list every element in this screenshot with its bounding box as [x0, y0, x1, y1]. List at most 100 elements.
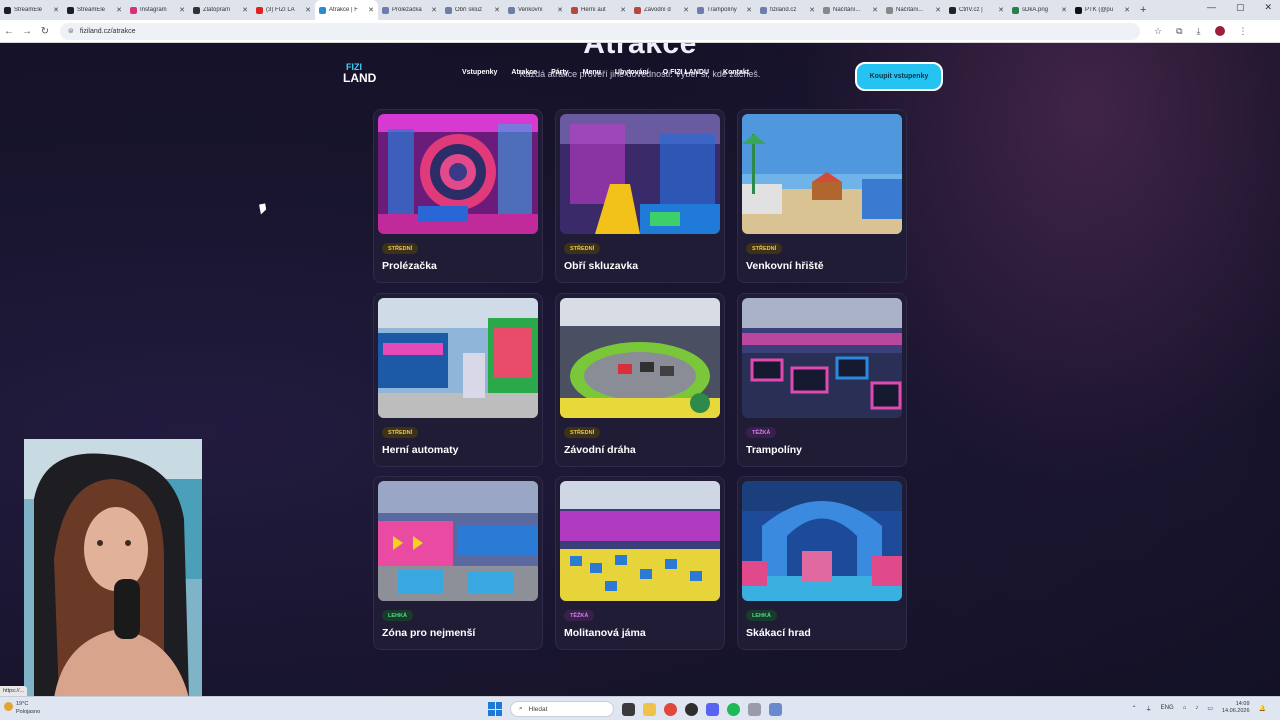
snipping-tool-icon[interactable]	[769, 702, 782, 716]
attraction-image[interactable]	[560, 481, 720, 601]
attraction-card[interactable]: LEHKÁ Zóna pro nejmenší	[373, 476, 543, 650]
music-app-icon[interactable]	[748, 702, 761, 716]
clock[interactable]: 14:09 14.06.2026	[1222, 701, 1250, 715]
battery-icon[interactable]: ▭	[1207, 705, 1213, 712]
attraction-card[interactable]: STŘEDNÍ Prolézačka	[373, 109, 543, 283]
tab-close-icon[interactable]: ✕	[494, 6, 500, 14]
browser-tab[interactable]: Načítání... ✕	[819, 0, 882, 20]
browser-tab[interactable]: StreamEle ✕	[0, 0, 63, 20]
tab-close-icon[interactable]: ✕	[368, 6, 374, 14]
browser-tab[interactable]: Závodní d ✕	[630, 0, 693, 20]
nav-item[interactable]: Menu	[583, 69, 601, 76]
browser-tab[interactable]: StreamEle ✕	[63, 0, 126, 20]
tab-close-icon[interactable]: ✕	[242, 6, 248, 14]
bookmark-star-icon[interactable]: ☆	[1154, 26, 1162, 37]
task-view-icon[interactable]	[622, 702, 635, 716]
tab-close-icon[interactable]: ✕	[53, 6, 59, 14]
browser-tab[interactable]: sDkA.png ✕	[1008, 0, 1071, 20]
usb-icon[interactable]: ⏚	[1146, 704, 1152, 713]
tab-title: Načítání...	[833, 7, 861, 13]
tab-close-icon[interactable]: ✕	[1061, 6, 1067, 14]
browser-tab[interactable]: PTK (@pu ✕	[1071, 0, 1134, 20]
tab-close-icon[interactable]: ✕	[620, 6, 626, 14]
notifications-icon[interactable]: 🔔	[1259, 705, 1266, 712]
attraction-card[interactable]: STŘEDNÍ Herní automaty	[373, 293, 543, 467]
forward-icon[interactable]: →	[18, 26, 36, 37]
buy-tickets-button[interactable]: Koupit vstupenky	[855, 62, 943, 91]
reload-icon[interactable]: ↻	[36, 26, 54, 37]
extensions-icon[interactable]: ⧉	[1176, 26, 1182, 37]
obs-icon[interactable]	[685, 702, 698, 716]
browser-tab[interactable]: (3) FIZI LA ✕	[252, 0, 315, 20]
profile-avatar[interactable]	[1214, 26, 1225, 36]
network-icon[interactable]: ⌂	[1183, 705, 1187, 711]
tab-close-icon[interactable]: ✕	[683, 6, 689, 14]
nav-item[interactable]: Vstupenky	[462, 69, 497, 76]
attraction-card[interactable]: LEHKÁ Skákací hrad	[737, 476, 907, 650]
close-window-icon[interactable]: ✕	[1264, 2, 1272, 13]
attraction-card[interactable]: STŘEDNÍ Venkovní hřiště	[737, 109, 907, 283]
discord-icon[interactable]	[706, 702, 719, 716]
tray-overflow-icon[interactable]: ⌃	[1132, 705, 1137, 712]
attraction-image[interactable]	[378, 114, 538, 234]
tab-close-icon[interactable]: ✕	[116, 6, 122, 14]
back-icon[interactable]: ←	[0, 26, 18, 37]
tab-close-icon[interactable]: ✕	[935, 6, 941, 14]
attraction-image[interactable]	[560, 298, 720, 418]
attraction-card[interactable]: STŘEDNÍ Obří skluzavka	[555, 109, 725, 283]
address-bar: ← → ↻ ⊜ fiziland.cz/atrakce ☆ ⧉ ⤓ ⋮	[0, 20, 1280, 43]
browser-tab[interactable]: Obří skluz ✕	[441, 0, 504, 20]
file-explorer-icon[interactable]	[643, 702, 656, 716]
browser-tab[interactable]: Načítání... ✕	[882, 0, 945, 20]
attraction-image[interactable]	[742, 481, 902, 601]
attraction-image[interactable]	[378, 298, 538, 418]
browser-tab[interactable]: Zlatopram ✕	[189, 0, 252, 20]
taskbar-search[interactable]: ⌕ Hledat	[510, 701, 614, 717]
attraction-name: Molitanová jáma	[564, 627, 646, 639]
language-indicator[interactable]: ENG	[1161, 705, 1174, 711]
tab-close-icon[interactable]: ✕	[305, 6, 311, 14]
browser-tab[interactable]: Trampolíny ✕	[693, 0, 756, 20]
start-button[interactable]	[488, 702, 502, 716]
difficulty-badge: STŘEDNÍ	[382, 427, 419, 438]
new-tab-button[interactable]: +	[1140, 4, 1146, 16]
tab-close-icon[interactable]: ✕	[179, 6, 185, 14]
nav-item[interactable]: Párty	[551, 69, 569, 76]
chrome-icon[interactable]	[664, 702, 677, 716]
browser-tab[interactable]: Prolézačka ✕	[378, 0, 441, 20]
attraction-image[interactable]	[742, 114, 902, 234]
browser-tab[interactable]: Atrakce | F ✕	[315, 0, 378, 20]
site-info-icon[interactable]: ⊜	[68, 27, 74, 35]
volume-icon[interactable]: ♪	[1195, 705, 1198, 711]
weather-widget[interactable]: 19°C Polojasno	[4, 700, 40, 716]
nav-item[interactable]: Kontakt	[723, 69, 749, 76]
attraction-card[interactable]: TĚŽKÁ Trampolíny	[737, 293, 907, 467]
browser-tab[interactable]: Venkovní ✕	[504, 0, 567, 20]
browser-tab[interactable]: fiziland.cz ✕	[756, 0, 819, 20]
tab-close-icon[interactable]: ✕	[1124, 6, 1130, 14]
nav-item[interactable]: Ubytování	[615, 69, 649, 76]
attraction-image[interactable]	[378, 481, 538, 601]
maximize-icon[interactable]: ▢	[1236, 2, 1245, 13]
browser-tab[interactable]: Instagram ✕	[126, 0, 189, 20]
tab-close-icon[interactable]: ✕	[557, 6, 563, 14]
minimize-icon[interactable]: —	[1207, 2, 1216, 13]
tab-close-icon[interactable]: ✕	[431, 6, 437, 14]
url-field[interactable]: ⊜ fiziland.cz/atrakce	[60, 22, 1140, 40]
spotify-icon[interactable]	[727, 702, 740, 716]
downloads-icon[interactable]: ⤓	[1197, 26, 1201, 37]
attraction-card[interactable]: TĚŽKÁ Molitanová jáma	[555, 476, 725, 650]
tab-close-icon[interactable]: ✕	[872, 6, 878, 14]
tab-close-icon[interactable]: ✕	[809, 6, 815, 14]
browser-tab[interactable]: Herní aut ✕	[567, 0, 630, 20]
nav-item[interactable]: Atrakce	[511, 69, 537, 76]
browser-tab[interactable]: CtrlV.cz | ✕	[945, 0, 1008, 20]
menu-icon[interactable]: ⋮	[1239, 26, 1248, 37]
nav-item[interactable]: O FIZI LANDU	[663, 69, 709, 76]
attraction-image[interactable]	[560, 114, 720, 234]
tab-close-icon[interactable]: ✕	[746, 6, 752, 14]
attraction-image[interactable]	[742, 298, 902, 418]
attraction-card[interactable]: STŘEDNÍ Závodní dráha	[555, 293, 725, 467]
tab-close-icon[interactable]: ✕	[998, 6, 1004, 14]
site-logo[interactable]: FIZI LAND	[343, 63, 376, 85]
